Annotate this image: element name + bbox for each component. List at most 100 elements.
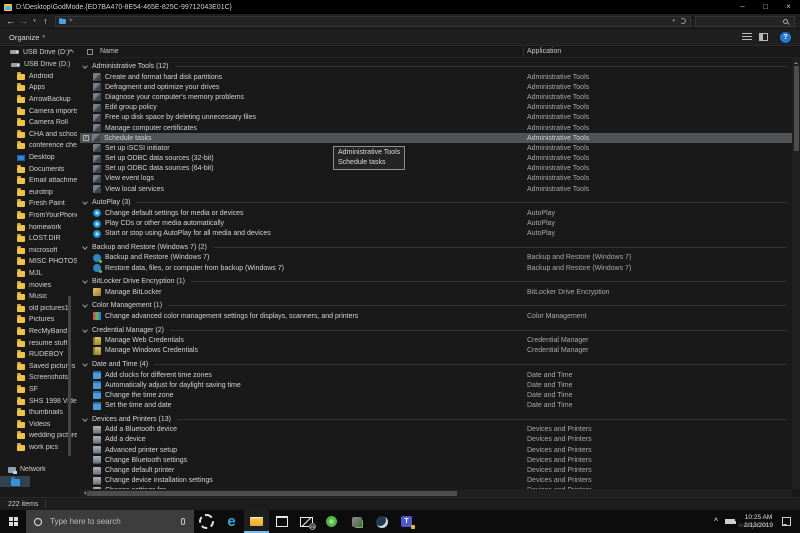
list-item[interactable]: Play CDs or other media automatically Au…: [80, 218, 792, 228]
list-item[interactable]: Change the time zone Date and Time: [80, 390, 792, 400]
group-header[interactable]: AutoPlay (3): [80, 197, 792, 208]
chevron-down-icon[interactable]: [82, 303, 88, 309]
maximize-button[interactable]: □: [754, 0, 777, 14]
sidebar-item[interactable]: Desktop: [0, 152, 80, 164]
sidebar-item[interactable]: Android: [0, 71, 80, 83]
list-item[interactable]: Change Bluetooth settings Devices and Pr…: [80, 455, 792, 465]
sidebar-item[interactable]: Fresh Paint: [0, 198, 80, 210]
up-button[interactable]: ↑: [39, 14, 52, 29]
list-item[interactable]: Create and format hard disk partitions A…: [80, 72, 792, 82]
list-item[interactable]: Manage BitLocker BitLocker Drive Encrypt…: [80, 287, 792, 297]
teams-icon[interactable]: [394, 510, 419, 533]
list-item[interactable]: Set the time and date Date and Time: [80, 401, 792, 411]
list-item[interactable]: Advanced printer setup Devices and Print…: [80, 445, 792, 455]
chevron-down-icon[interactable]: [82, 199, 88, 205]
chevron-down-icon[interactable]: [82, 361, 88, 367]
sidebar-root-item[interactable]: USB Drive (D:): [0, 46, 80, 58]
sidebar-item[interactable]: CHA and school: [0, 129, 80, 141]
group-header[interactable]: Credential Manager (2): [80, 325, 792, 336]
list-item[interactable]: Manage Web Credentials Credential Manage…: [80, 336, 792, 346]
store-icon[interactable]: [269, 510, 294, 533]
list-item[interactable]: Edit group policy Administrative Tools: [80, 103, 792, 113]
minimize-button[interactable]: –: [731, 0, 754, 14]
sidebar-item[interactable]: homework: [0, 221, 80, 233]
list-item[interactable]: Manage Windows Credentials Credential Ma…: [80, 346, 792, 356]
chevron-down-icon[interactable]: [82, 244, 88, 250]
list-item[interactable]: Restore data, files, or computer from ba…: [80, 263, 792, 273]
horizontal-scrollbar-thumb[interactable]: [87, 491, 457, 496]
chevron-down-icon[interactable]: [82, 278, 88, 284]
steam-icon[interactable]: [369, 510, 394, 533]
list-item[interactable]: Schedule tasks Administrative Tools: [80, 133, 792, 143]
close-button[interactable]: ×: [777, 0, 800, 14]
list-item[interactable]: Change default printer Devices and Print…: [80, 465, 792, 475]
sidebar-item[interactable]: movies: [0, 279, 80, 291]
scroll-up-icon[interactable]: [794, 60, 798, 64]
sidebar-scrollbar[interactable]: [68, 296, 71, 456]
list-item[interactable]: View event logs Administrative Tools: [80, 174, 792, 184]
list-item[interactable]: Manage computer certificates Administrat…: [80, 123, 792, 133]
search-input[interactable]: [695, 16, 795, 27]
breadcrumb-chevron-icon[interactable]: >: [69, 18, 73, 24]
list-item[interactable]: Add clocks for different time zones Date…: [80, 370, 792, 380]
sidebar-item[interactable]: Documents: [0, 163, 80, 175]
mail-icon[interactable]: 25: [294, 510, 319, 533]
item-checkbox[interactable]: [83, 135, 89, 141]
refresh-icon[interactable]: [680, 18, 686, 24]
sidebar-item[interactable]: Camera Roll: [0, 117, 80, 129]
recent-locations-dropdown[interactable]: ▾: [30, 18, 39, 24]
column-header-application[interactable]: Application: [527, 48, 561, 55]
hidden-icons-chevron[interactable]: ^: [714, 518, 718, 525]
sidebar-item[interactable]: MISC PHOTOS: [0, 256, 80, 268]
list-item[interactable]: Automatically adjust for daylight saving…: [80, 380, 792, 390]
chevron-down-icon[interactable]: [82, 416, 88, 422]
forward-button[interactable]: →: [17, 14, 30, 29]
sidebar-item[interactable]: [0, 476, 30, 488]
list-item[interactable]: Change default settings for media or dev…: [80, 208, 792, 218]
android-emulator-icon[interactable]: [319, 510, 344, 533]
group-header[interactable]: Devices and Printers (13): [80, 414, 792, 425]
sidebar-item[interactable]: LOST.DIR: [0, 233, 80, 245]
sidebar-item[interactable]: Apps: [0, 82, 80, 94]
list-item[interactable]: Change device installation settings Devi…: [80, 476, 792, 486]
sidebar-item[interactable]: Camera imports: [0, 105, 80, 117]
list-item[interactable]: Free up disk space by deleting unnecessa…: [80, 113, 792, 123]
list-item[interactable]: View local services Administrative Tools: [80, 184, 792, 194]
settings-icon[interactable]: [194, 510, 219, 533]
group-header[interactable]: Administrative Tools (12): [80, 61, 792, 72]
list-item[interactable]: Change advanced color management setting…: [80, 311, 792, 321]
sidebar-item[interactable]: Network: [0, 464, 80, 476]
list-item[interactable]: Backup and Restore (Windows 7) Backup an…: [80, 253, 792, 263]
group-header[interactable]: Backup and Restore (Windows 7) (2): [80, 242, 792, 253]
column-header-name[interactable]: Name: [100, 48, 119, 55]
chevron-down-icon[interactable]: [82, 63, 88, 69]
list-item[interactable]: Add a device Devices and Printers: [80, 435, 792, 445]
column-separator[interactable]: [523, 47, 524, 56]
list-item[interactable]: Defragment and optimize your drives Admi…: [80, 82, 792, 92]
sidebar-item[interactable]: conference chec: [0, 140, 80, 152]
select-all-checkbox[interactable]: [87, 49, 93, 55]
sidebar-item[interactable]: FromYourPhone: [0, 210, 80, 222]
vertical-scrollbar-thumb[interactable]: [794, 66, 799, 151]
group-header[interactable]: Color Management (1): [80, 300, 792, 311]
sidebar-item[interactable]: ArrowBackup: [0, 94, 80, 106]
taskbar-clock[interactable]: 10:25 AM 2/13/2019 vusay.com: [744, 514, 773, 530]
icons-view-icon[interactable]: [759, 33, 768, 41]
microphone-icon[interactable]: [181, 518, 185, 525]
list-item[interactable]: Start or stop using AutoPlay for all med…: [80, 229, 792, 239]
scroll-left-icon[interactable]: [82, 491, 86, 495]
organize-button[interactable]: Organize ▾: [9, 33, 45, 42]
action-center-icon[interactable]: [782, 517, 791, 526]
back-button[interactable]: ←: [4, 14, 17, 29]
group-header[interactable]: BitLocker Drive Encryption (1): [80, 276, 792, 287]
sidebar-item[interactable]: USB Drive (D:): [0, 59, 80, 71]
address-dropdown-icon[interactable]: ▾: [672, 18, 675, 24]
vertical-scrollbar[interactable]: [792, 58, 800, 489]
list-item[interactable]: Add a Bluetooth device Devices and Print…: [80, 425, 792, 435]
help-button[interactable]: ?: [780, 32, 791, 43]
group-header[interactable]: Date and Time (4): [80, 359, 792, 370]
list-item[interactable]: Diagnose your computer's memory problems…: [80, 92, 792, 102]
sidebar-item[interactable]: eurotrip: [0, 187, 80, 199]
file-explorer-icon[interactable]: [244, 510, 269, 533]
list-item[interactable]: Set up ODBC data sources (64-bit) Admini…: [80, 164, 792, 174]
